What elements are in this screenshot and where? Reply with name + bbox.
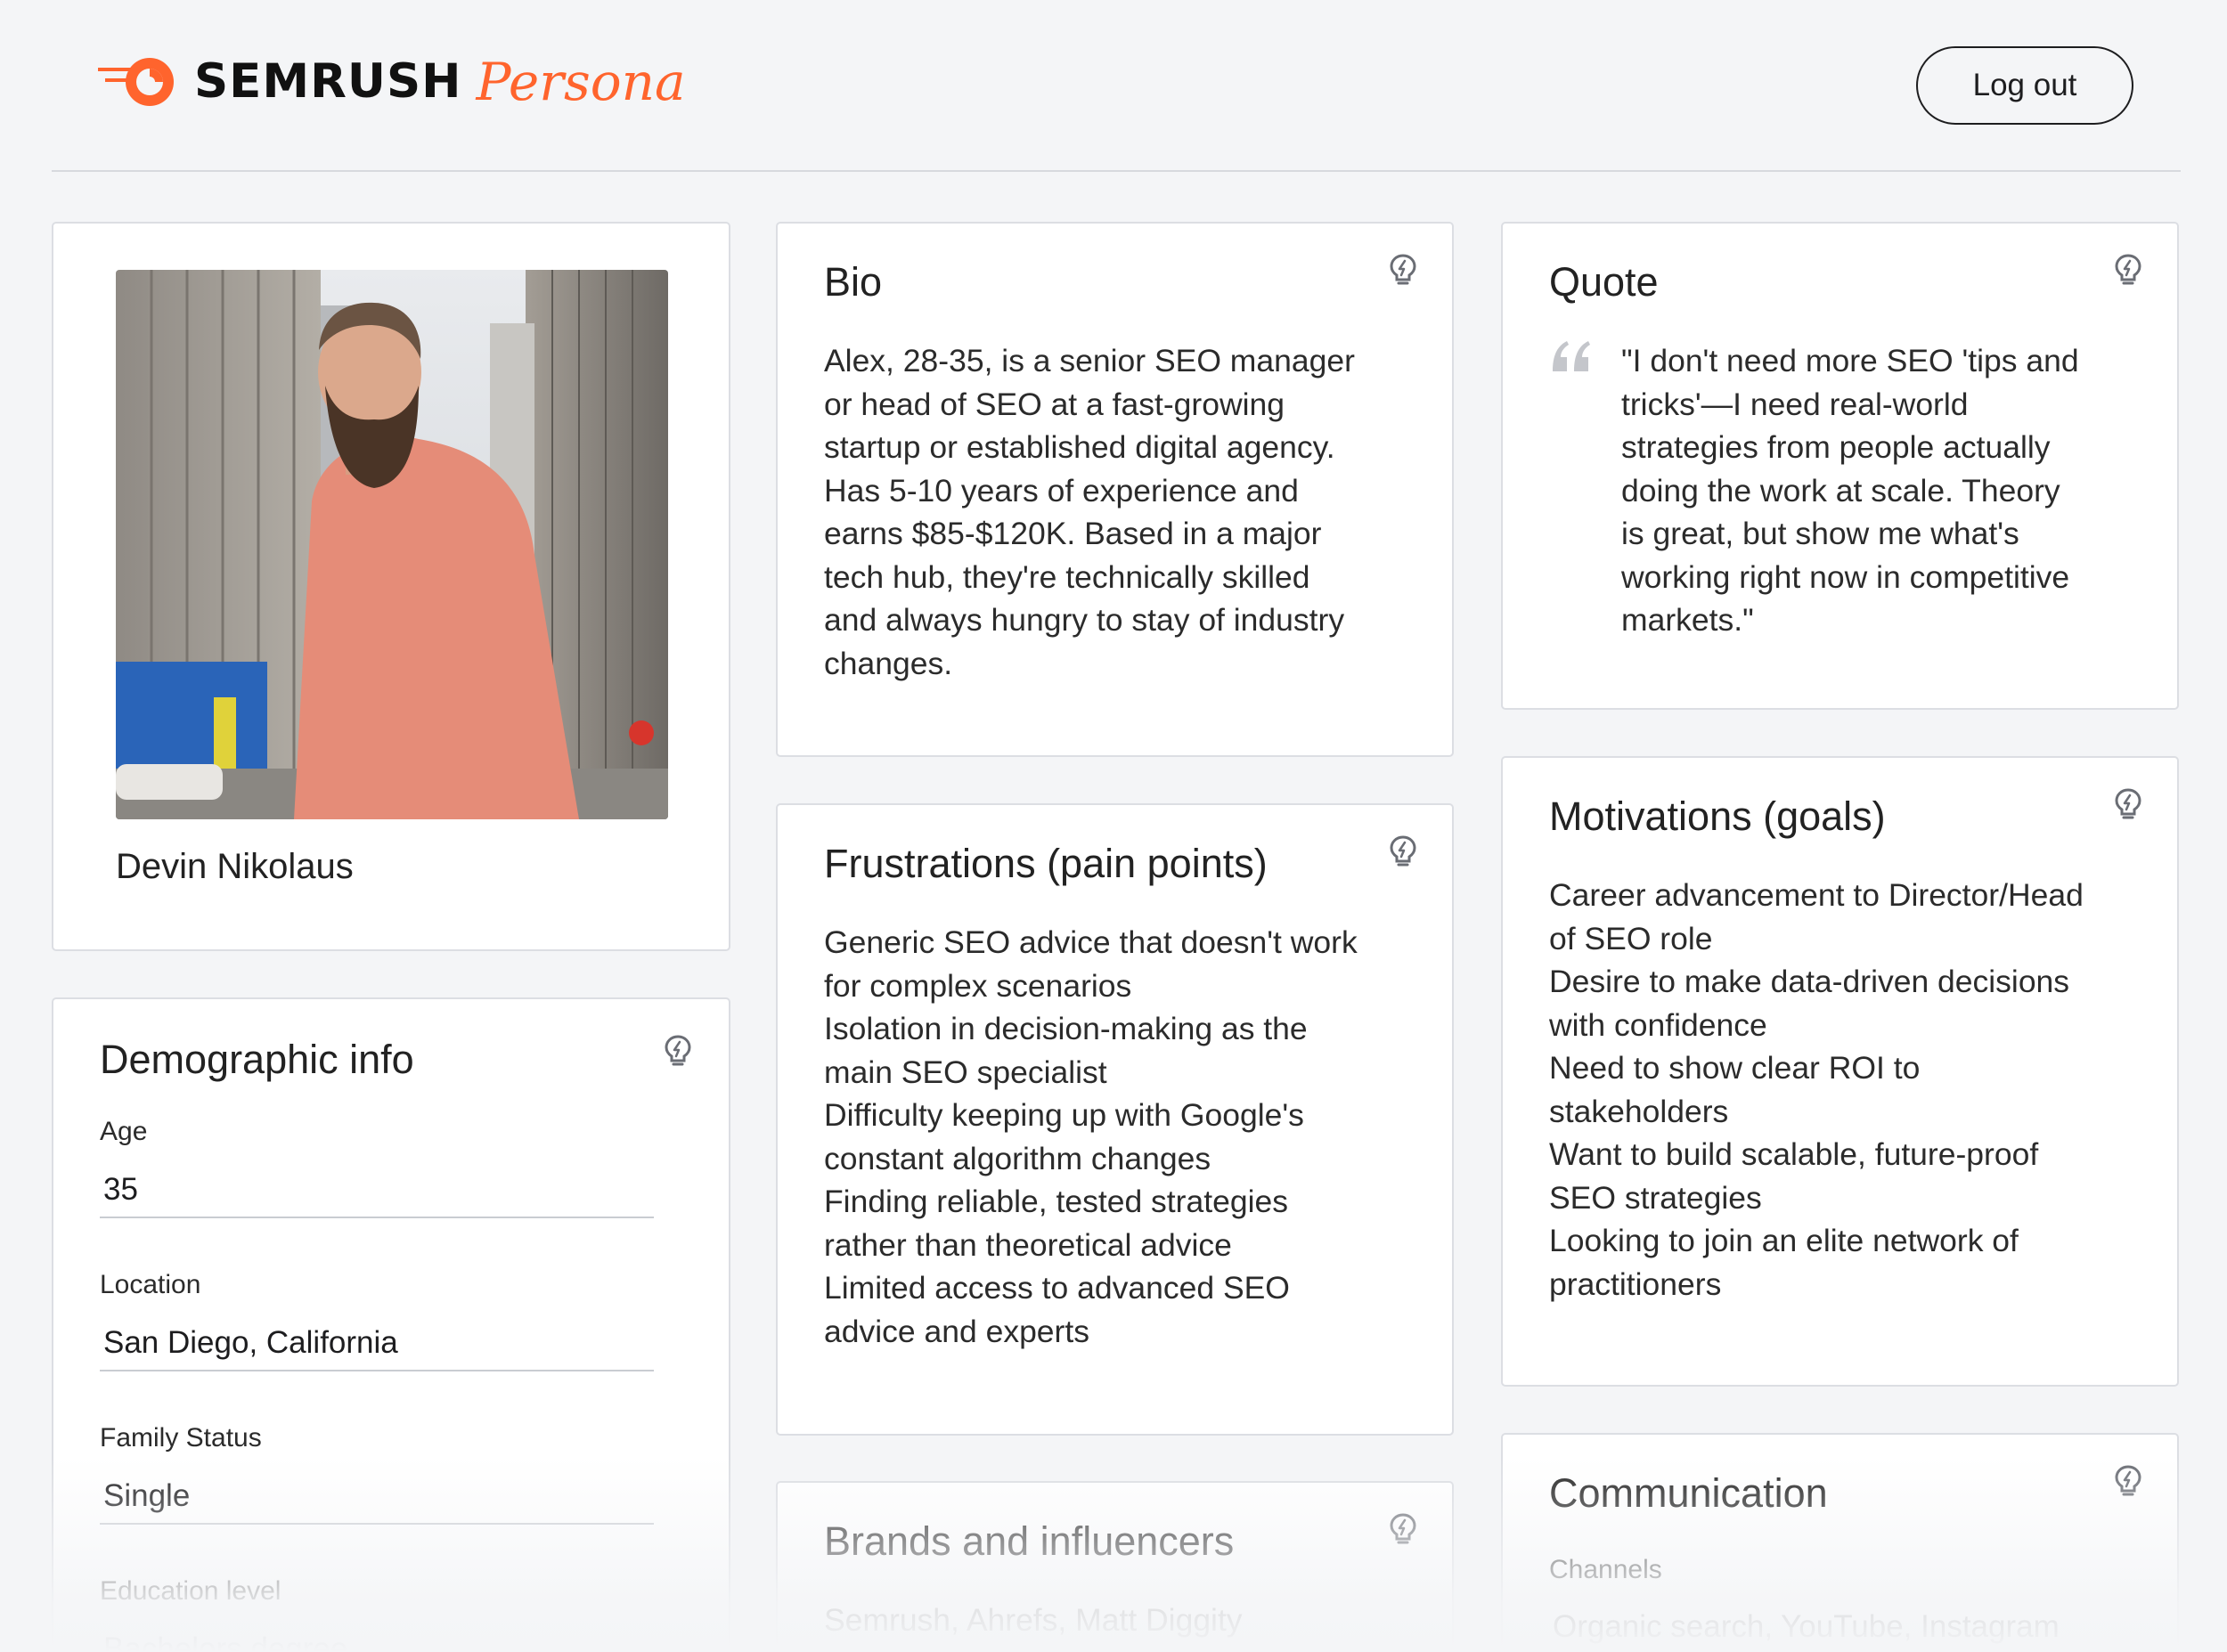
brands-card: Brands and influencers Semrush, Ahrefs, …: [776, 1481, 1454, 1652]
profile-card: Devin Nikolaus: [52, 222, 730, 951]
brands-title: Brands and influencers: [824, 1518, 1235, 1564]
motivation-line: with confidence: [1549, 1006, 1767, 1043]
quote-mark-icon: [1553, 341, 1590, 371]
semrush-flame-icon: [98, 58, 174, 106]
bio-title: Bio: [824, 259, 883, 305]
top-header: SEMRUSH Persona Log out: [52, 0, 2181, 172]
frustrations-text[interactable]: Generic SEO advice that doesn't work for…: [824, 921, 1358, 1353]
motivations-title: Motivations (goals): [1549, 793, 1886, 839]
quote-line: is great, but show me what's: [1621, 516, 2019, 551]
brands-text[interactable]: Semrush, Ahrefs, Matt Diggity: [824, 1599, 1243, 1642]
communication-card: Communication Channels Organic search, Y…: [1501, 1433, 2179, 1652]
quote-line: "I don't need more SEO 'tips and: [1621, 343, 2079, 378]
bio-line: tech hub, they're technically skilled: [824, 558, 1310, 595]
brand-word: SEMRUSH: [194, 54, 462, 109]
quote-line: doing the work at scale. Theory: [1621, 472, 2060, 509]
lightbulb-icon[interactable]: [2111, 786, 2145, 820]
lightbulb-icon[interactable]: [1386, 252, 1420, 286]
frustration-line: constant algorithm changes: [824, 1140, 1211, 1176]
frustrations-title: Frustrations (pain points): [824, 841, 1268, 886]
motivation-line: of SEO role: [1549, 920, 1713, 956]
lightbulb-icon[interactable]: [661, 1033, 695, 1067]
channels-field[interactable]: Organic search, YouTube, Instagram: [1549, 1600, 2103, 1652]
quote-line: markets.": [1621, 602, 1754, 638]
quote-card: Quote "I don't need more SEO 'tips and t…: [1501, 222, 2179, 710]
demographic-card: Demographic info Age 35 Location San Die…: [52, 997, 730, 1652]
motivation-line: practitioners: [1549, 1265, 1722, 1302]
lightbulb-icon[interactable]: [2111, 252, 2145, 286]
education-level-label: Education level: [100, 1576, 281, 1606]
brand-product: Persona: [476, 52, 686, 112]
location-label: Location: [100, 1270, 201, 1299]
frustration-line: Limited access to advanced SEO: [824, 1270, 1290, 1306]
profile-name: Devin Nikolaus: [116, 847, 354, 886]
frustration-line: rather than theoretical advice: [824, 1226, 1232, 1263]
bio-text[interactable]: Alex, 28-35, is a senior SEO manager or …: [824, 339, 1355, 685]
motivation-line: Want to build scalable, future-proof: [1549, 1136, 2039, 1172]
bio-line: and always hungry to stay of industry: [824, 602, 1345, 638]
family-status-field[interactable]: Single: [100, 1469, 654, 1525]
lightbulb-icon[interactable]: [1386, 834, 1420, 867]
motivation-line: SEO strategies: [1549, 1179, 1762, 1216]
quote-line: tricks'—I need real-world: [1621, 386, 1969, 422]
brand-logo[interactable]: SEMRUSH Persona: [96, 55, 686, 109]
bio-line: Has 5-10 years of experience and: [824, 472, 1299, 509]
channels-label: Channels: [1549, 1555, 1662, 1584]
bio-card: Bio Alex, 28-35, is a senior SEO manager…: [776, 222, 1454, 757]
logout-button[interactable]: Log out: [1916, 46, 2133, 125]
quote-text[interactable]: "I don't need more SEO 'tips and tricks'…: [1621, 339, 2079, 642]
frustration-line: Generic SEO advice that doesn't work: [824, 924, 1358, 960]
persona-page: SEMRUSH Persona Log out Devin Nikolaus D…: [0, 0, 2227, 1652]
frustration-line: Isolation in decision-making as the: [824, 1011, 1308, 1046]
lightbulb-icon[interactable]: [1386, 1511, 1420, 1545]
quote-line: working right now in competitive: [1621, 558, 2070, 595]
motivation-line: Career advancement to Director/Head: [1549, 877, 2084, 913]
motivation-line: Looking to join an elite network of: [1549, 1223, 2019, 1258]
quote-title: Quote: [1549, 259, 1659, 305]
profile-photo: [116, 270, 668, 819]
frustrations-card: Frustrations (pain points) Generic SEO a…: [776, 803, 1454, 1436]
bio-line: changes.: [824, 645, 953, 681]
frustration-line: advice and experts: [824, 1313, 1089, 1349]
bio-line: Alex, 28-35, is a senior SEO manager: [824, 343, 1355, 378]
profile-photo-image: [116, 270, 668, 819]
bio-line: or head of SEO at a fast-growing: [824, 386, 1285, 422]
quote-line: strategies from people actually: [1621, 429, 2051, 465]
age-label: Age: [100, 1117, 148, 1146]
communication-title: Communication: [1549, 1470, 1828, 1516]
motivation-line: Desire to make data-driven decisions: [1549, 964, 2070, 999]
motivation-line: Need to show clear ROI to: [1549, 1050, 1921, 1086]
motivation-line: stakeholders: [1549, 1093, 1729, 1129]
location-field[interactable]: San Diego, California: [100, 1316, 654, 1371]
age-field[interactable]: 35: [100, 1163, 654, 1218]
demographic-title: Demographic info: [100, 1037, 414, 1082]
frustration-line: Difficulty keeping up with Google's: [824, 1097, 1304, 1133]
frustration-line: Finding reliable, tested strategies: [824, 1184, 1288, 1219]
education-level-field[interactable]: Bachelors degree: [100, 1623, 654, 1652]
frustration-line: for complex scenarios: [824, 967, 1132, 1004]
bio-line: earns $85-$120K. Based in a major: [824, 516, 1322, 551]
family-status-label: Family Status: [100, 1423, 262, 1453]
bio-line: startup or established digital agency.: [824, 429, 1335, 465]
frustration-line: main SEO specialist: [824, 1054, 1107, 1090]
motivations-card: Motivations (goals) Career advancement t…: [1501, 756, 2179, 1387]
motivations-text[interactable]: Career advancement to Director/Head of S…: [1549, 874, 2084, 1306]
lightbulb-icon[interactable]: [2111, 1463, 2145, 1497]
